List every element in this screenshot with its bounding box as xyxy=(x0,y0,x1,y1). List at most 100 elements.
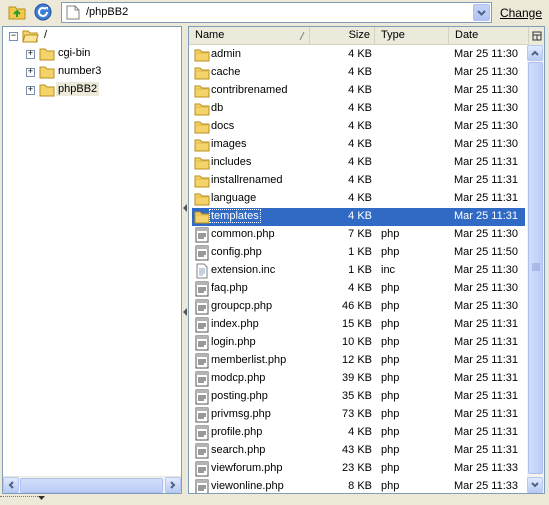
file-size: 8 KB xyxy=(348,480,372,492)
file-size: 35 KB xyxy=(342,390,372,402)
path-field[interactable]: /phpBB2 xyxy=(61,2,492,23)
text-file-icon xyxy=(196,263,208,279)
column-size-label: Size xyxy=(348,29,370,41)
file-date: Mar 25 11:31 xyxy=(454,372,519,384)
ftp-client-window: /phpBB2 Change − / + cgi-bin + number3 + phpB… xyxy=(0,0,549,505)
table-row[interactable]: includes 4 KB Mar 25 11:31 xyxy=(192,154,525,172)
file-name: images xyxy=(211,138,247,150)
list-vertical-scrollbar[interactable] xyxy=(527,45,544,493)
table-row[interactable]: contribrenamed 4 KB Mar 25 11:30 xyxy=(192,82,525,100)
table-row[interactable]: db 4 KB Mar 25 11:30 xyxy=(192,100,525,118)
scroll-down-button[interactable] xyxy=(527,477,543,493)
php-file-icon xyxy=(195,317,209,333)
folder-tree[interactable]: − / + cgi-bin + number3 + phpBB2 xyxy=(2,26,182,494)
file-name: login.php xyxy=(211,336,256,348)
file-size: 4 KB xyxy=(348,174,372,186)
file-size: 4 KB xyxy=(348,84,372,96)
table-row[interactable]: profile.php 4 KB php Mar 25 11:31 xyxy=(192,424,525,442)
scroll-thumb[interactable] xyxy=(20,478,163,493)
expand-icon[interactable]: + xyxy=(26,68,35,77)
expand-icon[interactable]: + xyxy=(26,50,35,59)
column-header-date[interactable]: Date xyxy=(449,27,529,44)
table-row[interactable]: templates 4 KB Mar 25 11:31 xyxy=(192,208,525,226)
scroll-up-button[interactable] xyxy=(527,45,543,61)
table-row[interactable]: admin 4 KB Mar 25 11:30 xyxy=(192,46,525,64)
table-row[interactable]: cache 4 KB Mar 25 11:30 xyxy=(192,64,525,82)
table-row[interactable]: installrenamed 4 KB Mar 25 11:31 xyxy=(192,172,525,190)
folder-icon xyxy=(194,85,210,98)
file-name: memberlist.php xyxy=(211,354,287,366)
expand-icon[interactable]: + xyxy=(26,86,35,95)
table-row[interactable]: common.php 7 KB php Mar 25 11:30 xyxy=(192,226,525,244)
scroll-right-button[interactable] xyxy=(165,477,181,493)
file-size: 46 KB xyxy=(342,300,372,312)
file-type: php xyxy=(381,228,400,240)
file-date: Mar 25 11:31 xyxy=(454,408,519,420)
column-header-name[interactable]: Name xyxy=(189,27,310,44)
path-text[interactable]: /phpBB2 xyxy=(86,6,128,18)
sort-indicator-icon xyxy=(299,32,305,40)
table-row[interactable]: faq.php 4 KB php Mar 25 11:30 xyxy=(192,280,525,298)
php-file-icon xyxy=(195,281,209,297)
file-date: Mar 25 11:30 xyxy=(454,48,519,60)
path-dropdown-button[interactable] xyxy=(473,4,490,21)
file-size: 4 KB xyxy=(348,120,372,132)
table-row[interactable]: images 4 KB Mar 25 11:30 xyxy=(192,136,525,154)
tree-horizontal-scrollbar[interactable] xyxy=(3,476,181,493)
tree-item-phpbb2[interactable]: + phpBB2 xyxy=(3,82,179,99)
document-icon xyxy=(66,5,80,20)
table-row[interactable]: config.php 1 KB php Mar 25 11:50 xyxy=(192,244,525,262)
php-file-icon xyxy=(195,227,209,243)
file-name: db xyxy=(211,102,224,114)
table-row[interactable]: viewforum.php 23 KB php Mar 25 11:33 xyxy=(192,460,525,478)
php-file-icon xyxy=(195,245,209,261)
file-size: 12 KB xyxy=(342,354,372,366)
scroll-left-button[interactable] xyxy=(3,477,19,493)
folder-icon xyxy=(39,48,55,61)
column-header-size[interactable]: Size xyxy=(310,27,375,44)
table-row[interactable]: groupcp.php 46 KB php Mar 25 11:30 xyxy=(192,298,525,316)
change-button[interactable]: Change xyxy=(497,3,545,22)
file-name: cache xyxy=(211,66,241,78)
splitter-arrow-icon xyxy=(183,204,187,212)
table-row[interactable]: login.php 10 KB php Mar 25 11:31 xyxy=(192,334,525,352)
column-name-label: Name xyxy=(195,29,225,41)
file-type: php xyxy=(381,336,400,348)
file-list[interactable]: Name Size Type Date admin 4 KB Mar 25 11:3… xyxy=(188,26,545,494)
collapse-icon[interactable]: − xyxy=(9,32,18,41)
table-row[interactable]: posting.php 35 KB php Mar 25 11:31 xyxy=(192,388,525,406)
table-row[interactable]: memberlist.php 12 KB php Mar 25 11:31 xyxy=(192,352,525,370)
column-chooser-button[interactable] xyxy=(528,27,544,45)
table-row[interactable]: docs 4 KB Mar 25 11:30 xyxy=(192,118,525,136)
chevron-down-icon xyxy=(531,482,539,488)
file-date: Mar 25 11:31 xyxy=(454,192,519,204)
column-header-type[interactable]: Type xyxy=(375,27,449,44)
file-name: profile.php xyxy=(211,426,263,438)
tree-item-number3[interactable]: + number3 xyxy=(3,64,179,81)
file-date: Mar 25 11:31 xyxy=(454,156,519,168)
file-date: Mar 25 11:31 xyxy=(454,444,519,456)
resize-grip[interactable] xyxy=(0,496,45,502)
parent-folder-button[interactable] xyxy=(7,3,27,21)
file-name: includes xyxy=(211,156,252,168)
folder-icon xyxy=(194,49,210,62)
table-row[interactable]: index.php 15 KB php Mar 25 11:31 xyxy=(192,316,525,334)
file-size: 1 KB xyxy=(348,246,372,258)
table-row[interactable]: modcp.php 39 KB php Mar 25 11:31 xyxy=(192,370,525,388)
table-row[interactable]: search.php 43 KB php Mar 25 11:31 xyxy=(192,442,525,460)
file-name: modcp.php xyxy=(211,372,266,384)
folder-icon xyxy=(194,121,210,134)
file-name: templates xyxy=(209,209,261,223)
tree-item-cgi-bin[interactable]: + cgi-bin xyxy=(3,46,179,63)
php-file-icon xyxy=(195,371,209,387)
file-date: Mar 25 11:31 xyxy=(454,390,519,402)
file-name: viewonline.php xyxy=(211,480,284,492)
table-row[interactable]: viewonline.php 8 KB php Mar 25 11:33 xyxy=(192,478,525,493)
refresh-button[interactable] xyxy=(33,3,53,21)
file-type: php xyxy=(381,372,400,384)
table-row[interactable]: extension.inc 1 KB inc Mar 25 11:30 xyxy=(192,262,525,280)
table-row[interactable]: language 4 KB Mar 25 11:31 xyxy=(192,190,525,208)
table-row[interactable]: privmsg.php 73 KB php Mar 25 11:31 xyxy=(192,406,525,424)
file-date: Mar 25 11:30 xyxy=(454,84,519,96)
scroll-thumb[interactable] xyxy=(528,62,543,474)
